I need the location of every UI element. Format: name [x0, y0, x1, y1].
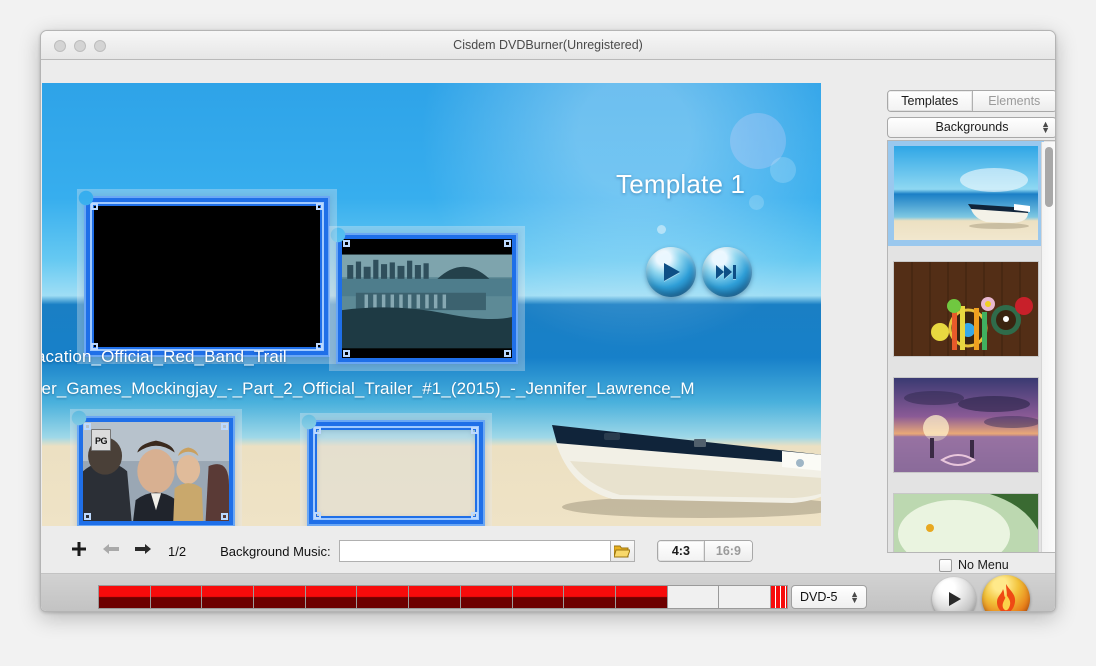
- beach-boat-image: [894, 146, 1038, 240]
- next-track-icon: [716, 265, 736, 279]
- arrow-left-icon: [103, 543, 119, 554]
- templates-elements-tabs[interactable]: Templates Elements: [887, 90, 1055, 112]
- status-bar: Used Storage(3787.5M)/Total Storage(4.7G…: [41, 574, 1055, 612]
- media-frame-thumbnail: PG: [79, 418, 233, 525]
- media-frame-1[interactable]: [77, 189, 337, 364]
- menu-preview-canvas[interactable]: Template 1 PG acation_Official_Red_Band_…: [42, 83, 821, 526]
- window-body: Template 1 PG acation_Official_Red_Band_…: [41, 60, 1055, 612]
- page-indicator: 1/2: [168, 543, 187, 559]
- green-nature-image: [894, 494, 1038, 552]
- thumbnail-beach-boat[interactable]: [888, 141, 1044, 246]
- lens-flare-icon: [749, 195, 764, 210]
- right-panel: Templates Elements Backgrounds ▲ ▼ No Me…: [887, 90, 1055, 599]
- wooden-flowers-image: [894, 262, 1038, 356]
- media-frame-placeholder: [309, 422, 483, 524]
- add-media-button[interactable]: [66, 541, 92, 562]
- aspect-ratio-tabs[interactable]: 4:3 16:9: [656, 540, 753, 562]
- close-button[interactable]: [54, 40, 66, 52]
- disc-type-value: DVD-5: [800, 590, 838, 604]
- no-menu-checkbox[interactable]: [939, 558, 952, 572]
- media-frame-3[interactable]: PG: [70, 409, 242, 526]
- preview-play-button[interactable]: [646, 247, 696, 297]
- tab-templates[interactable]: Templates: [888, 91, 972, 111]
- preview-button[interactable]: [932, 577, 976, 611]
- scrollbar-thumb[interactable]: [1045, 147, 1053, 207]
- minimize-button[interactable]: [74, 40, 86, 52]
- thumbnail-wooden-flowers[interactable]: [893, 261, 1039, 357]
- thumbnail-scrollbar[interactable]: [1041, 142, 1055, 552]
- background-music-input[interactable]: [338, 540, 611, 562]
- thumbnail-purple-sunset[interactable]: [893, 377, 1039, 473]
- open-folder-icon: [614, 545, 631, 557]
- plus-icon: [72, 541, 86, 556]
- storage-status-text: Used Storage(3787.5M)/Total Storage(4.7G…: [93, 611, 339, 612]
- category-select-value: Backgrounds: [935, 120, 1009, 134]
- chevron-updown-icon: ▲ ▼: [850, 589, 859, 605]
- app-window: Cisdem DVDBurner(Unregistered) Template …: [40, 30, 1056, 612]
- media-frame-thumbnail: [86, 198, 328, 355]
- thumbnail-green-nature[interactable]: [893, 493, 1039, 552]
- title-bar: Cisdem DVDBurner(Unregistered): [41, 31, 1055, 60]
- lens-flare-icon: [770, 157, 796, 183]
- background-music-label: Background Music:: [220, 543, 331, 559]
- play-icon: [948, 592, 961, 606]
- media-frame-thumbnail: [338, 235, 516, 362]
- next-page-button[interactable]: [130, 541, 156, 562]
- burn-button[interactable]: [982, 575, 1030, 611]
- disc-type-select[interactable]: DVD-5 ▲ ▼: [791, 585, 867, 609]
- maximize-button[interactable]: [94, 40, 106, 52]
- preview-next-button[interactable]: [702, 247, 752, 297]
- media-frame-2[interactable]: [329, 226, 525, 371]
- browse-music-button[interactable]: [610, 540, 635, 562]
- lens-flare-icon: [657, 225, 666, 234]
- storage-usage-bar: [98, 585, 788, 609]
- chevron-updown-icon: ▲ ▼: [1041, 119, 1050, 135]
- page-title[interactable]: Template 1: [616, 169, 745, 200]
- play-icon: [664, 263, 680, 281]
- boat-illustration: [552, 425, 821, 518]
- editor-toolbar: 1/2 Background Music: 4:3 16:9: [42, 530, 821, 572]
- no-menu-label: No Menu: [958, 558, 1009, 572]
- city-dam-photo: [342, 239, 512, 358]
- media-frame-4[interactable]: [300, 413, 492, 526]
- pg-rating-badge: PG: [91, 429, 111, 451]
- previous-page-button[interactable]: [98, 541, 124, 562]
- background-thumbnail-list[interactable]: [887, 140, 1055, 553]
- aspect-ratio-4-3[interactable]: 4:3: [657, 541, 705, 561]
- aspect-ratio-16-9[interactable]: 16:9: [704, 541, 752, 561]
- category-select[interactable]: Backgrounds ▲ ▼: [887, 117, 1055, 138]
- no-menu-checkbox-row[interactable]: No Menu: [939, 558, 1009, 572]
- purple-sunset-image: [894, 378, 1038, 472]
- arrow-right-icon: [135, 543, 151, 554]
- flame-icon: [997, 584, 1016, 611]
- window-title: Cisdem DVDBurner(Unregistered): [453, 38, 643, 52]
- tab-elements[interactable]: Elements: [971, 91, 1055, 111]
